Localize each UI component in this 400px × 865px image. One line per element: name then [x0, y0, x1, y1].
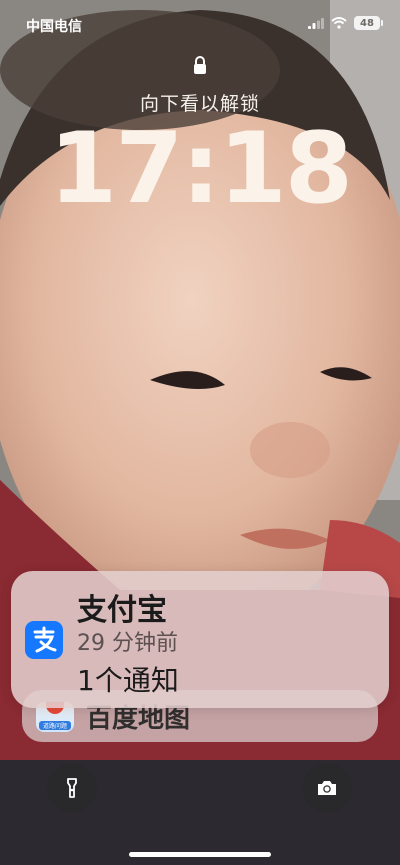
signal-icon	[308, 17, 324, 29]
flashlight-icon	[67, 778, 77, 798]
status-bar: 中国电信 48	[0, 0, 400, 50]
notification-body: 1个通知	[77, 664, 179, 697]
battery-level: 48	[360, 17, 374, 29]
lock-icon	[194, 56, 206, 74]
alipay-notification[interactable]: 支付宝 29 分钟前 1个通知	[11, 571, 389, 708]
alipay-icon	[25, 621, 63, 659]
baidu-maps-icon-caption: 道路问题	[39, 721, 71, 730]
battery-indicator: 48	[354, 16, 383, 30]
status-icons: 48	[308, 16, 383, 30]
wifi-icon	[331, 17, 347, 29]
carrier-label: 中国电信	[26, 19, 82, 35]
flashlight-button[interactable]	[47, 763, 97, 813]
notification-time: 29 分钟前	[77, 631, 178, 656]
notification-app-name: 支付宝	[77, 593, 167, 628]
camera-button[interactable]	[302, 763, 352, 813]
camera-icon	[318, 781, 336, 795]
lock-screen-clock: 17:18	[49, 112, 353, 226]
home-indicator[interactable]	[129, 852, 271, 857]
